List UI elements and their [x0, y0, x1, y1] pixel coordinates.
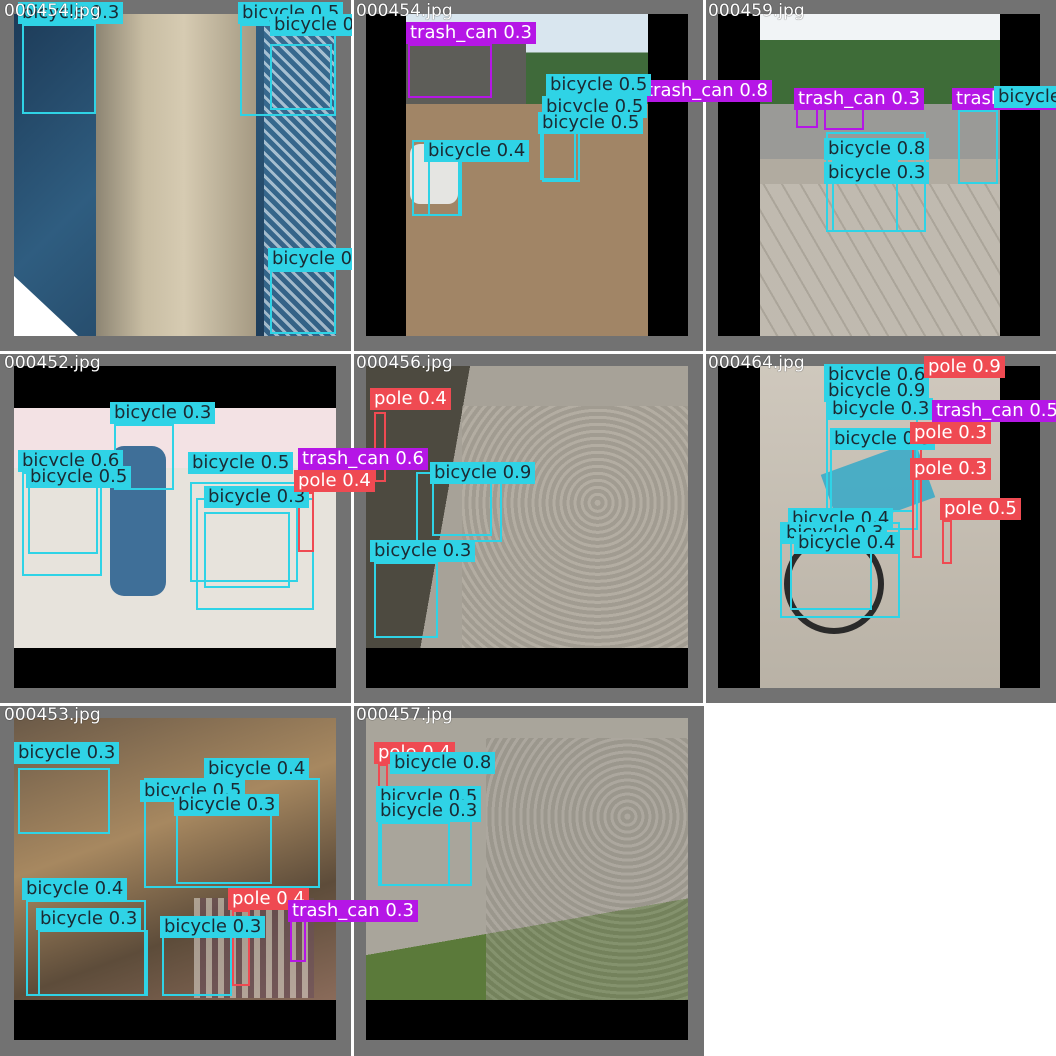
trash-can-bbox	[290, 920, 306, 962]
mosaic-cell-6: 000453.jpg bicycle 0.3 bicycle 0.4 bicyc…	[0, 704, 418, 1056]
bicycle-label: bicycle 0.3	[994, 86, 1056, 108]
grid-divider	[351, 0, 354, 1056]
grid-divider	[0, 351, 1056, 354]
filename-label: 000453.jpg	[4, 705, 101, 725]
bicycle-bbox	[374, 562, 438, 638]
mosaic-cell-7: 000457.jpg pole 0.4 bicycle 0.8 bicycle …	[352, 704, 704, 1056]
bicycle-label: bicycle 0.3	[160, 916, 266, 938]
bicycle-label: bicycle 0.3	[268, 248, 352, 270]
mosaic-cell-0: 000454.jpg bicycle 0.3 bicycle 0.5 bicyc…	[0, 0, 352, 352]
pole-bbox	[942, 520, 952, 564]
bicycle-label: bicycle 0.3	[110, 402, 216, 424]
bicycle-bbox	[28, 484, 98, 554]
bicycle-label: bicycle 0.3	[376, 800, 482, 822]
trash-can-label: trash_can 0.3	[406, 22, 536, 44]
bicycle-label: bicycle 0.5	[546, 74, 652, 96]
filename-label: 000454.jpg	[356, 1, 453, 21]
bicycle-bbox	[958, 110, 998, 184]
trash-can-label: trash_can 0.3	[794, 88, 924, 110]
bicycle-label: bicycle 0.3	[36, 908, 142, 930]
bicycle-bbox	[18, 768, 110, 834]
pole-label: pole 0.3	[910, 422, 991, 444]
pole-label: pole 0.3	[910, 458, 991, 480]
filename-label: 000454.jpg	[4, 1, 101, 21]
bicycle-label: bicycle 0.8	[824, 138, 930, 160]
pole-label: pole 0.9	[924, 356, 1005, 378]
bicycle-label: bicycle 0.8	[390, 752, 496, 774]
bicycle-bbox	[38, 930, 148, 996]
trash-can-label: trash_can 0.3	[288, 900, 418, 922]
mosaic-cell-5: 000464.jpg bicycle 0.6 bicycle 0.9 bicyc…	[704, 352, 1056, 704]
trash-can-bbox	[408, 44, 492, 98]
pole-label: pole 0.5	[940, 498, 1021, 520]
bicycle-label: bicycle 0.3	[370, 540, 476, 562]
bicycle-label: bicycle 0.3	[174, 794, 280, 816]
bicycle-label: bicycle 0.5	[538, 112, 644, 134]
bicycle-label: bicycle 0.3	[14, 742, 120, 764]
pole-bbox	[374, 412, 386, 482]
trash-can-label: trash_can 0.6	[298, 448, 428, 470]
pole-label: pole 0.4	[370, 388, 451, 410]
bicycle-bbox	[270, 44, 332, 110]
bicycle-bbox	[22, 24, 96, 114]
bicycle-label: bicycle 0.4	[22, 878, 128, 900]
bicycle-bbox	[204, 512, 290, 588]
bicycle-label: bicycle 0.3	[270, 14, 352, 36]
bicycle-label: bicycle 0.3	[824, 162, 930, 184]
bicycle-bbox	[428, 160, 460, 216]
empty-cell	[706, 706, 1056, 1056]
bicycle-bbox	[270, 270, 336, 334]
filename-label: 000459.jpg	[708, 1, 805, 21]
bicycle-bbox	[162, 936, 232, 996]
filename-label: 000456.jpg	[356, 353, 453, 373]
bicycle-label: bicycle 0.5	[188, 452, 294, 474]
bicycle-label: bicycle 0.5	[26, 466, 132, 488]
bicycle-bbox	[378, 822, 450, 886]
mosaic-cell-4: 000456.jpg pole 0.4 bicycle 0.9 bicycle …	[352, 352, 704, 704]
filename-label: 000464.jpg	[708, 353, 805, 373]
filename-label: 000457.jpg	[356, 705, 453, 725]
image-cell-4	[366, 366, 688, 688]
bicycle-bbox	[432, 480, 492, 536]
bicycle-label: bicycle 0.9	[430, 462, 536, 484]
mosaic-cell-3: 000452.jpg bicycle 0.3 bicycle 0.6 bicyc…	[0, 352, 428, 704]
bicycle-label: bicycle 0.4	[794, 532, 900, 554]
mosaic-cell-1: 000454.jpg trash_can 0.3 trash_can 0.8 b…	[352, 0, 772, 352]
bicycle-label: bicycle 0.4	[204, 758, 310, 780]
trash-can-label: trash_can 0.5	[932, 400, 1056, 422]
pole-label: pole 0.4	[294, 470, 375, 492]
bicycle-bbox	[176, 808, 272, 884]
bicycle-label: bicycle 0.3	[828, 398, 934, 420]
bicycle-label: bicycle 0.4	[424, 140, 530, 162]
trash-can-label: trash_can 0.8	[642, 80, 772, 102]
mosaic-cell-2: 000459.jpg trash_can 0.3 trash_can 0.3 b…	[704, 0, 1056, 352]
filename-label: 000452.jpg	[4, 353, 101, 373]
